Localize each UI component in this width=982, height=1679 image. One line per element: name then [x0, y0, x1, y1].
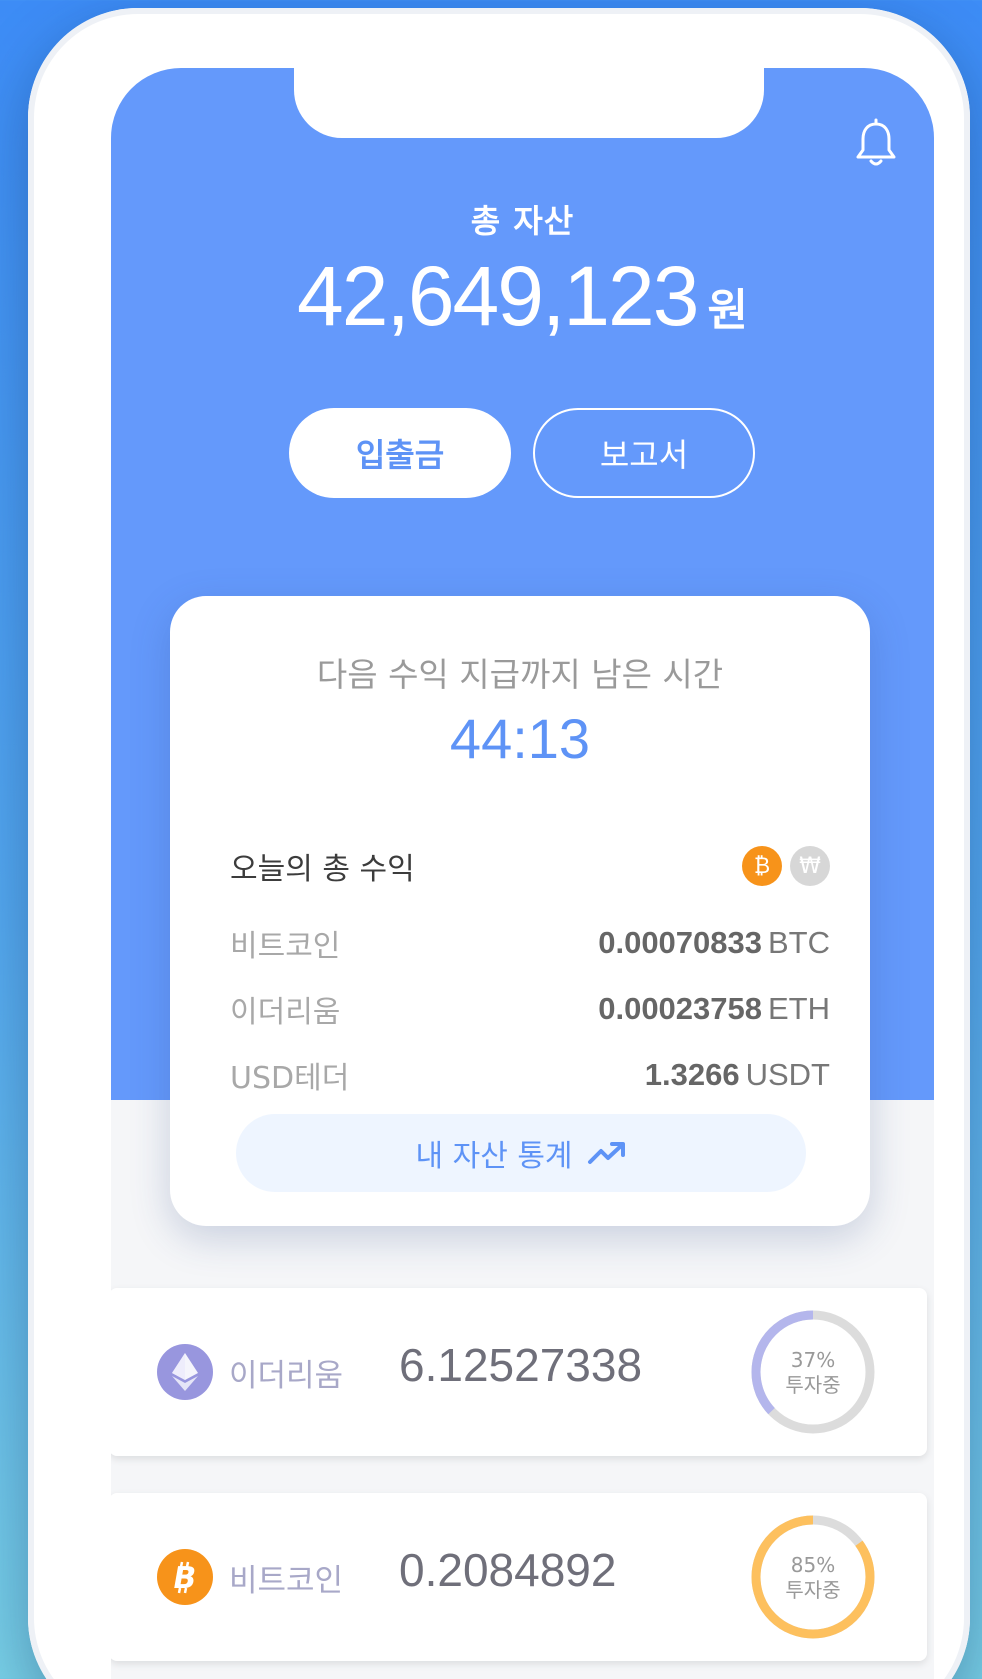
bell-icon[interactable] [854, 118, 898, 170]
earning-value: 0.00070833 [598, 925, 762, 960]
total-assets-value: 42,649,123 [297, 249, 699, 343]
invest-ratio-text: 37% 투자중 [749, 1348, 877, 1398]
today-earnings-label: 오늘의 총 수익 [230, 852, 415, 887]
krw-toggle-icon[interactable]: ₩ [790, 846, 830, 886]
trending-up-icon [587, 1142, 625, 1164]
coin-earning: 1.3266 USDT [645, 1057, 830, 1093]
earning-value: 0.00023758 [598, 991, 762, 1026]
invest-percent: 85% [790, 1553, 836, 1577]
earnings-row: 비트코인 0.00070833 BTC [230, 918, 830, 968]
asset-amount: 6.12527338 [399, 1339, 643, 1391]
coin-name: 비트코인 [230, 929, 341, 964]
btc-toggle-icon[interactable]: ₿ [742, 846, 782, 886]
asset-row-bitcoin[interactable]: B 비트코인 0.2084892 85% 투자중 [111, 1493, 927, 1661]
earnings-row: USD테더 1.3266 USDT [230, 1050, 830, 1100]
coin-name: USD테더 [230, 1061, 350, 1096]
coin-earning: 0.00070833 BTC [598, 925, 830, 961]
phone-frame: 총 자산 42,649,123 원 입출금 보고서 다음 수익 지급까지 남은 시… [28, 8, 970, 1679]
asset-stats-button[interactable]: 내 자산 통계 [236, 1114, 806, 1192]
currency-unit: 원 [707, 285, 748, 336]
total-assets-amount: 42,649,123 원 [111, 248, 934, 345]
asset-amount: 0.2084892 [399, 1544, 617, 1596]
asset-row-ethereum[interactable]: 이더리움 6.12527338 37% 투자중 [111, 1288, 927, 1456]
invest-ratio-text: 85% 투자중 [749, 1553, 877, 1603]
asset-name: 이더리움 [229, 1358, 344, 1394]
deposit-withdraw-button[interactable]: 입출금 [289, 408, 511, 498]
earnings-card: 다음 수익 지급까지 남은 시간 44:13 오늘의 총 수익 ₿ ₩ 비트코인… [170, 596, 870, 1226]
invest-percent: 37% [790, 1348, 836, 1372]
next-payout-label: 다음 수익 지급까지 남은 시간 [316, 655, 724, 694]
today-earnings-header: 오늘의 총 수익 ₿ ₩ [230, 838, 830, 894]
phone-notch [294, 68, 764, 138]
report-button[interactable]: 보고서 [533, 408, 755, 498]
bitcoin-icon: B [157, 1549, 213, 1605]
app-screen: 총 자산 42,649,123 원 입출금 보고서 다음 수익 지급까지 남은 시… [111, 68, 934, 1679]
earnings-row: 이더리움 0.00023758 ETH [230, 984, 830, 1034]
earning-unit: ETH [768, 991, 830, 1026]
invest-status: 투자중 [785, 1373, 841, 1397]
coin-name: 이더리움 [230, 995, 341, 1030]
ethereum-icon [157, 1344, 213, 1400]
earning-unit: USDT [745, 1057, 830, 1092]
payout-countdown: 44:13 [449, 707, 591, 770]
earning-unit: BTC [768, 925, 830, 960]
asset-name: 비트코인 [229, 1563, 344, 1599]
earning-value: 1.3266 [644, 1057, 740, 1092]
coin-earning: 0.00023758 ETH [598, 991, 830, 1027]
asset-stats-label: 내 자산 통계 [415, 1139, 573, 1174]
invest-status: 투자중 [785, 1578, 841, 1602]
total-assets-label: 총 자산 [470, 202, 575, 240]
